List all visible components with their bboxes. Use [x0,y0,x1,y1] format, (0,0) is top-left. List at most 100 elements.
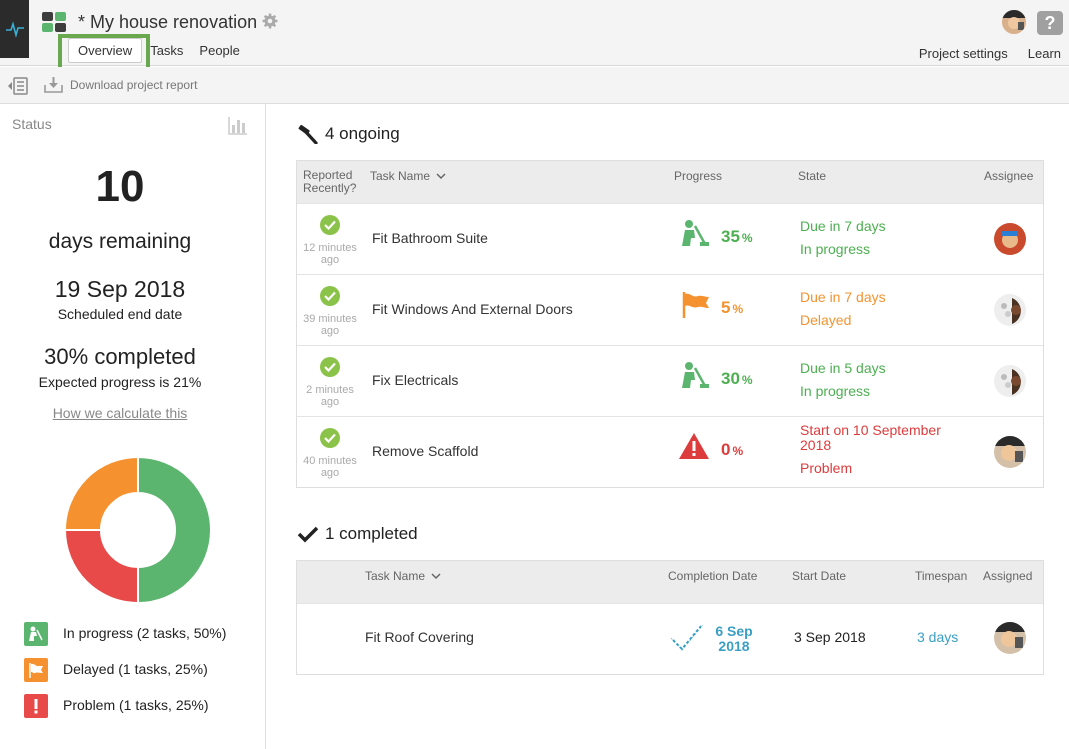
download-label: Download project report [70,78,198,92]
completed-table-header: Task Name Completion Date Start Date Tim… [297,561,1043,603]
donut-slice-in-progress [137,456,212,604]
download-report-button[interactable]: Download project report [44,76,197,94]
header-links: Project settings Learn [919,46,1061,61]
completed-check-icon [670,624,704,651]
expected-progress: Expected progress is 21% [38,374,202,390]
table-row[interactable]: 40 minutes ago Remove Scaffold 0% Start … [297,416,1043,487]
tab-tasks[interactable]: Tasks [142,38,191,63]
start-date: 3 Sep 2018 [794,629,866,645]
gear-icon[interactable] [262,13,278,29]
worker-icon [24,622,48,646]
flag-icon [682,292,709,318]
completed-heading: 1 completed [297,524,418,544]
percent-completed: 30% completed [44,344,196,369]
table-row[interactable]: Fit Roof Covering 6 Sep 2018 3 Sep 2018 … [297,603,1043,674]
reported-time: 39 minutes ago [303,313,357,337]
table-row[interactable]: 12 minutes ago Fit Bathroom Suite 35% Du… [297,203,1043,274]
warning-icon [679,433,709,459]
reported-recently-header: Reported Recently? [303,168,357,195]
toolbar: Download project report [0,67,1069,104]
status-donut-chart [64,456,212,604]
how-we-calculate-link[interactable]: How we calculate this [0,405,240,421]
start-date-header: Start Date [792,569,847,583]
ongoing-heading: 4 ongoing [297,124,400,144]
table-row[interactable]: 2 minutes ago Fix Electricals 30% Due in… [297,345,1043,416]
task-state: Due in 7 days In progress [800,218,886,257]
completed-title: 1 completed [325,524,418,543]
main-content: 4 ongoing Reported Recently? Task Name P… [267,104,1069,749]
download-icon [44,77,63,93]
task-state: Due in 7 days Delayed [800,289,886,328]
task-name[interactable]: Fit Windows And External Doors [372,301,573,317]
chevron-down-icon [436,173,446,180]
days-remaining-value: 10 [95,162,145,211]
project-settings-link[interactable]: Project settings [919,46,1008,61]
hammer-icon [298,124,318,144]
task-name-sort-header[interactable]: Task Name [365,569,441,583]
assignee-header: Assignee [984,169,1034,183]
days-remaining-label: days remaining [48,230,192,253]
reported-time: 40 minutes ago [303,455,357,479]
legend-label: Problem (1 tasks, 25%) [63,697,209,713]
project-grid-icon[interactable] [42,12,66,32]
worker-icon [682,362,709,388]
ongoing-table: Reported Recently? Task Name Progress St… [296,160,1044,488]
timespan-header: Timespan [915,569,968,583]
learn-link[interactable]: Learn [1028,46,1061,61]
reported-time: 2 minutes ago [306,384,354,408]
completion-date-header: Completion Date [668,569,758,583]
reported-check-icon [320,428,340,448]
task-name[interactable]: Fit Bathroom Suite [372,230,488,246]
progress-percent: 5% [721,298,744,317]
ongoing-title: 4 ongoing [325,124,400,143]
avatar[interactable] [994,436,1026,468]
avatar[interactable] [1002,10,1026,34]
collapse-sidebar-icon[interactable] [8,77,28,95]
reported-check-icon [320,286,340,306]
flag-icon [24,658,48,682]
task-name[interactable]: Fit Roof Covering [365,629,474,645]
ongoing-table-header: Reported Recently? Task Name Progress St… [297,161,1043,203]
pulse-icon [5,21,24,38]
project-title: * My house renovation [78,12,258,32]
status-heading: Status [12,116,52,132]
legend-item: Delayed (1 tasks, 25%) [24,658,254,682]
legend-item: In progress (2 tasks, 50%) [24,622,254,646]
progress-percent: 30% [721,369,753,388]
assigned-header: Assigned [983,569,1033,583]
task-name-sort-header[interactable]: Task Name [370,169,446,183]
timespan: 3 days [917,629,959,645]
legend-item: Problem (1 tasks, 25%) [24,694,254,718]
project-tabs: Overview Tasks People [68,38,248,63]
exclamation-icon [24,694,48,718]
app-header: * My house renovation Overview Tasks Peo… [0,0,1069,76]
state-header: State [798,169,827,183]
legend-label: In progress (2 tasks, 50%) [63,625,227,641]
table-row[interactable]: 39 minutes ago Fit Windows And External … [297,274,1043,345]
bar-chart-icon[interactable] [228,116,248,135]
tab-people[interactable]: People [191,38,247,63]
task-name[interactable]: Fix Electricals [372,372,458,388]
checkmark-icon [297,526,319,543]
app-logo-button[interactable] [0,0,29,58]
chevron-down-icon [431,573,441,580]
completed-table: Task Name Completion Date Start Date Tim… [296,560,1044,675]
progress-header: Progress [674,169,723,183]
help-icon[interactable]: ? [1037,11,1063,35]
legend-label: Delayed (1 tasks, 25%) [63,661,208,677]
avatar[interactable] [994,294,1026,326]
avatar[interactable] [994,365,1026,397]
reported-check-icon [320,357,340,377]
status-sidebar: Status 10 days remaining 19 Sep 2018 Sch… [0,104,266,749]
status-legend: In progress (2 tasks, 50%) Delayed (1 tas… [24,622,254,730]
task-state: Due in 5 days In progress [800,360,886,399]
task-name[interactable]: Remove Scaffold [372,443,478,459]
progress-percent: 0% [721,440,744,459]
donut-slice-problem [64,529,139,604]
avatar[interactable] [994,622,1026,654]
ongoing-table-body: 12 minutes ago Fit Bathroom Suite 35% Du… [297,203,1043,487]
reported-time: 12 minutes ago [303,242,357,266]
tab-overview[interactable]: Overview [68,38,143,63]
avatar[interactable] [994,223,1026,255]
task-state: Start on 10 September 2018 Problem [800,422,941,476]
